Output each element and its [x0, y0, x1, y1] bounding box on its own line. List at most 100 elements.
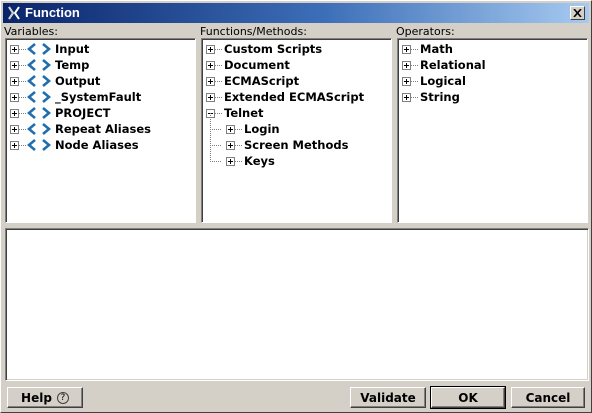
tree-node-extended-ecmascript[interactable]: Extended ECMAScript [202, 89, 391, 105]
tree-node-temp[interactable]: Temp [6, 57, 195, 73]
tree-node-label: Relational [420, 58, 486, 72]
expand-icon[interactable] [10, 140, 19, 150]
expression-editor[interactable] [5, 228, 589, 381]
tree-node-screen-methods[interactable]: Screen Methods [202, 129, 391, 153]
tree-node-label: Login [244, 122, 280, 136]
validate-button-label: Validate [360, 390, 416, 405]
expand-icon[interactable] [206, 76, 215, 86]
tree-branch-line [210, 129, 222, 130]
variable-icon [27, 107, 51, 119]
expand-icon[interactable] [10, 44, 19, 54]
tree-node-login[interactable]: Login [202, 113, 391, 137]
tree-connector [411, 80, 419, 82]
functions-label: Functions/Methods: [200, 25, 307, 38]
close-button[interactable] [570, 6, 585, 20]
cancel-button[interactable]: Cancel [511, 387, 585, 408]
tree-connector [235, 144, 243, 146]
tree-node-label: _SystemFault [55, 90, 142, 104]
help-icon: ? [56, 391, 69, 404]
tree-connector [215, 48, 223, 50]
tree-connector [215, 80, 223, 82]
tree-node-keys[interactable]: Keys [202, 145, 391, 169]
expand-icon[interactable] [206, 92, 215, 102]
expand-icon[interactable] [10, 60, 19, 70]
tree-node-custom-scripts[interactable]: Custom Scripts [202, 41, 391, 57]
tree-connector [235, 160, 243, 162]
expression-input[interactable] [6, 229, 588, 380]
tree-connector [215, 112, 223, 114]
tree-node-input[interactable]: Input [6, 41, 195, 57]
tree-connector [215, 64, 223, 66]
tree-node-label: Temp [55, 58, 90, 72]
tree-connector [19, 64, 27, 66]
tree-connector [19, 128, 27, 130]
variable-icon [27, 139, 51, 151]
tree-node-label: Input [55, 42, 90, 56]
tree-node-label: Telnet [224, 106, 264, 120]
expand-icon[interactable] [206, 44, 215, 54]
tree-connector [19, 112, 27, 114]
tree-node-logical[interactable]: Logical [398, 73, 587, 89]
expand-icon[interactable] [402, 92, 411, 102]
functions-pane[interactable]: Custom Scripts Document ECMAScript Extended… [201, 38, 392, 223]
functions-tree: Custom Scripts Document ECMAScript Extended… [202, 39, 391, 169]
expand-icon[interactable] [226, 140, 235, 150]
expand-icon[interactable] [402, 44, 411, 54]
variable-icon [27, 91, 51, 103]
expand-icon[interactable] [226, 156, 235, 166]
tree-node-output[interactable]: Output [6, 73, 195, 89]
tree-connector [19, 96, 27, 98]
tree-node-label: String [420, 90, 460, 104]
expand-icon[interactable] [10, 92, 19, 102]
tree-node-label: PROJECT [55, 106, 111, 120]
close-icon [573, 9, 582, 17]
function-app-icon [8, 6, 20, 20]
tree-connector [235, 128, 243, 130]
tree-node-math[interactable]: Math [398, 41, 587, 57]
function-dialog: Function Variables: Input Temp Output _Syst… [0, 0, 592, 413]
cancel-button-label: Cancel [525, 390, 571, 405]
tree-node-node-aliases[interactable]: Node Aliases [6, 137, 195, 153]
tree-node-string[interactable]: String [398, 89, 587, 105]
expand-icon[interactable] [10, 124, 19, 134]
tree-node-relational[interactable]: Relational [398, 57, 587, 73]
tree-node-label: Custom Scripts [224, 42, 323, 56]
tree-node-document[interactable]: Document [202, 57, 391, 73]
expand-icon[interactable] [206, 60, 215, 70]
tree-branch-line [210, 145, 222, 146]
tree-node-label: Document [224, 58, 290, 72]
tree-connector [411, 64, 419, 66]
tree-node-label: Output [55, 74, 101, 88]
expand-icon[interactable] [10, 108, 19, 118]
tree-node-systemfault[interactable]: _SystemFault [6, 89, 195, 105]
help-button[interactable]: Help ? [7, 387, 83, 408]
expand-icon[interactable] [402, 60, 411, 70]
tree-connector [19, 144, 27, 146]
tree-node-repeat-aliases[interactable]: Repeat Aliases [6, 121, 195, 137]
variables-tree: Input Temp Output _SystemFault PROJECT Repeat… [6, 39, 195, 153]
expand-icon[interactable] [226, 124, 235, 134]
expand-icon[interactable] [10, 76, 19, 86]
validate-button[interactable]: Validate [350, 387, 426, 408]
ok-button-label: OK [458, 390, 478, 405]
variables-label: Variables: [4, 25, 58, 38]
title-bar[interactable]: Function [3, 3, 589, 23]
tree-node-telnet[interactable]: Telnet [202, 105, 391, 121]
operators-pane[interactable]: Math Relational Logical String [397, 38, 588, 223]
variable-icon [27, 123, 51, 135]
tree-connector [411, 48, 419, 50]
expand-icon[interactable] [402, 76, 411, 86]
variable-icon [27, 75, 51, 87]
ok-button[interactable]: OK [430, 386, 506, 409]
tree-node-project[interactable]: PROJECT [6, 105, 195, 121]
operators-label: Operators: [396, 25, 455, 38]
tree-branch-line [210, 161, 222, 162]
tree-node-label: Math [420, 42, 453, 56]
help-button-label: Help [21, 390, 52, 405]
variables-pane[interactable]: Input Temp Output _SystemFault PROJECT Repeat… [5, 38, 196, 223]
window-title: Function [25, 5, 80, 20]
tree-node-ecmascript[interactable]: ECMAScript [202, 73, 391, 89]
tree-node-label: Screen Methods [244, 138, 349, 152]
variable-icon [27, 59, 51, 71]
tree-node-label: Repeat Aliases [55, 122, 151, 136]
